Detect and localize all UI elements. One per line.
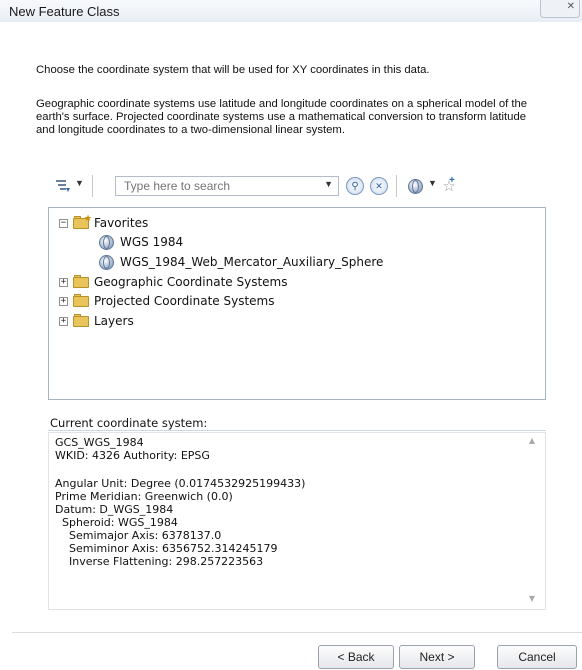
tree-node-wgs-1984[interactable]: WGS 1984 <box>99 233 183 251</box>
filter-icon[interactable] <box>54 177 72 195</box>
coord-line: Semimajor Axis: 6378137.0 <box>55 529 222 542</box>
filter-dropdown-arrow-icon[interactable]: ▼ <box>75 178 84 188</box>
coordinate-system-tree: − ★ Favorites WGS 1984 WGS_1984_Web_Merc… <box>48 207 546 400</box>
clear-search-icon[interactable]: ✕ <box>370 177 388 195</box>
coord-line: GCS_WGS_1984 <box>55 436 144 449</box>
globe-icon <box>99 234 114 250</box>
toolbar-separator <box>92 175 93 197</box>
search-icon[interactable]: ⚲ <box>346 177 364 195</box>
expand-icon[interactable]: + <box>59 316 68 326</box>
footer-divider <box>12 632 582 633</box>
window-title: New Feature Class <box>9 4 120 19</box>
search-input[interactable] <box>116 177 314 195</box>
scroll-down-icon[interactable]: ▼ <box>529 594 535 603</box>
globe-add-icon[interactable] <box>406 177 424 195</box>
tree-node-label: WGS_1984_Web_Mercator_Auxiliary_Sphere <box>120 255 384 269</box>
favorites-folder-icon: ★ <box>73 214 92 229</box>
search-dropdown-arrow-icon[interactable]: ▼ <box>324 179 333 189</box>
collapse-icon[interactable]: − <box>59 218 68 228</box>
expand-icon[interactable]: + <box>59 296 68 306</box>
coord-line: Spheroid: WGS_1984 <box>55 516 178 529</box>
folder-icon <box>73 294 89 307</box>
back-button[interactable]: < Back <box>318 645 394 669</box>
divider <box>48 430 546 431</box>
scroll-up-icon[interactable]: ▲ <box>529 436 535 445</box>
coord-line: Angular Unit: Degree (0.0174532925199433… <box>55 477 306 490</box>
search-box[interactable]: ▼ <box>115 176 339 196</box>
current-coordinate-details[interactable]: GCS_WGS_1984 WKID: 4326 Authority: EPSG … <box>48 432 546 610</box>
globe-dropdown-arrow-icon[interactable]: ▼ <box>428 178 437 188</box>
close-button[interactable]: ✕ <box>540 0 580 18</box>
coord-line: Prime Meridian: Greenwich (0.0) <box>55 490 233 503</box>
tree-node-web-mercator[interactable]: WGS_1984_Web_Mercator_Auxiliary_Sphere <box>99 253 383 271</box>
add-favorite-icon[interactable]: ☆ + <box>440 175 458 195</box>
coord-line: Semiminor Axis: 6356752.314245179 <box>55 542 278 555</box>
coord-line: WKID: 4326 Authority: EPSG <box>55 449 210 462</box>
tree-node-label: WGS 1984 <box>120 235 184 249</box>
coord-line: Inverse Flattening: 298.257223563 <box>55 555 264 568</box>
tree-node-label: Projected Coordinate Systems <box>94 294 275 308</box>
tree-node-projected[interactable]: + Projected Coordinate Systems <box>59 292 274 310</box>
tree-node-favorites[interactable]: − ★ Favorites <box>59 214 148 232</box>
title-bar: New Feature Class ✕ <box>0 0 582 22</box>
intro-text: Choose the coordinate system that will b… <box>36 64 430 76</box>
folder-icon <box>73 314 89 327</box>
expand-icon[interactable]: + <box>59 277 68 287</box>
tree-node-label: Favorites <box>94 216 149 230</box>
tree-node-label: Layers <box>94 314 134 328</box>
coordinate-toolbar: ▼ ▼ ⚲ ✕ ▼ ☆+ <box>50 175 550 197</box>
globe-icon <box>99 254 114 270</box>
description-text: Geographic coordinate systems use latitu… <box>36 98 528 136</box>
coord-line: Datum: D_WGS_1984 <box>55 503 174 516</box>
toolbar-separator <box>396 175 397 197</box>
current-coordinate-label: Current coordinate system: <box>50 416 208 430</box>
next-button[interactable]: Next > <box>399 645 475 669</box>
tree-node-label: Geographic Coordinate Systems <box>94 275 288 289</box>
close-icon: ✕ <box>566 1 575 12</box>
cancel-button[interactable]: Cancel <box>497 645 577 669</box>
tree-node-geographic[interactable]: + Geographic Coordinate Systems <box>59 273 288 291</box>
folder-icon <box>73 275 89 288</box>
tree-node-layers[interactable]: + Layers <box>59 312 134 330</box>
